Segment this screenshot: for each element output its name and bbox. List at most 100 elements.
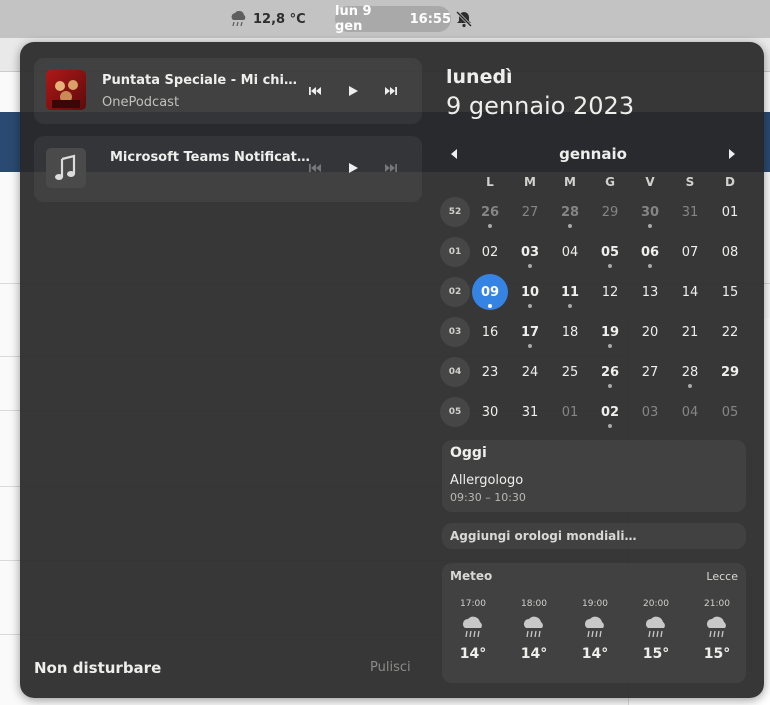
day-cell[interactable]: 26: [472, 194, 508, 230]
day-cell[interactable]: 23: [472, 354, 508, 390]
clear-button[interactable]: Pulisci: [370, 660, 411, 675]
day-number: 27: [521, 204, 539, 220]
media-player-card[interactable]: Microsoft Teams Notification: [34, 136, 422, 202]
day-cell[interactable]: 28: [672, 354, 708, 390]
month-navigation: gennaio: [440, 142, 746, 166]
day-cell[interactable]: 31: [672, 194, 708, 230]
play-button[interactable]: [342, 80, 364, 102]
day-cell[interactable]: 24: [512, 354, 548, 390]
previous-track-button[interactable]: [304, 157, 326, 179]
event-dot: [488, 224, 492, 228]
forecast-temperature: 14°: [581, 646, 609, 662]
day-cell[interactable]: 17: [512, 314, 548, 350]
day-header: L: [486, 175, 494, 189]
day-cell[interactable]: 04: [672, 394, 708, 430]
day-cell[interactable]: 13: [632, 274, 668, 310]
day-cell[interactable]: 22: [712, 314, 748, 350]
play-button[interactable]: [342, 157, 364, 179]
day-number: 02: [600, 404, 620, 420]
day-cell[interactable]: 20: [632, 314, 668, 350]
day-cell[interactable]: 28: [552, 194, 588, 230]
day-cell[interactable]: 26: [592, 354, 628, 390]
day-number: 19: [600, 324, 620, 340]
day-number: 08: [721, 244, 739, 260]
media-player-card[interactable]: Puntata Speciale - Mi chiam… OnePodcast: [34, 58, 422, 124]
day-header: M: [524, 175, 536, 189]
rain-icon: [646, 616, 665, 638]
day-cell-today[interactable]: 09: [472, 274, 508, 310]
previous-track-button[interactable]: [304, 80, 326, 102]
day-cell[interactable]: 27: [632, 354, 668, 390]
day-cell[interactable]: 21: [672, 314, 708, 350]
clock-button[interactable]: lun 9 gen 16:55: [335, 4, 451, 34]
world-clocks-button[interactable]: Aggiungi orologi mondiali…: [442, 523, 746, 549]
day-cell[interactable]: 14: [672, 274, 708, 310]
day-cell[interactable]: 12: [592, 274, 628, 310]
day-number: 04: [561, 244, 579, 260]
events-section[interactable]: Oggi Allergologo 09:30 – 10:30: [442, 440, 746, 512]
next-track-button[interactable]: [380, 80, 402, 102]
forecast-hour: 18:00 14°: [509, 599, 559, 662]
day-cell[interactable]: 30: [632, 194, 668, 230]
album-art: [46, 70, 86, 110]
rain-icon: [463, 616, 482, 638]
day-cell[interactable]: 01: [712, 194, 748, 230]
day-cell[interactable]: 27: [512, 194, 548, 230]
event-dot: [608, 424, 612, 428]
day-number: 27: [641, 364, 659, 380]
day-cell[interactable]: 15: [712, 274, 748, 310]
weather-section[interactable]: Meteo Lecce 17:00 14° 18:00 14° 19:00 14° 20:0…: [442, 563, 746, 683]
media-subtitle: OnePodcast: [102, 95, 180, 110]
day-number: 23: [481, 364, 499, 380]
day-cell[interactable]: 19: [592, 314, 628, 350]
day-cell[interactable]: 18: [552, 314, 588, 350]
day-number: 28: [681, 364, 699, 380]
day-cell[interactable]: 06: [632, 234, 668, 270]
day-cell[interactable]: 02: [592, 394, 628, 430]
day-number: 15: [721, 284, 739, 300]
next-track-button[interactable]: [380, 157, 402, 179]
day-header: D: [725, 175, 735, 189]
month-label: gennaio: [559, 145, 627, 163]
day-cell[interactable]: 08: [712, 234, 748, 270]
week-number: 01: [440, 237, 470, 267]
day-number: 25: [561, 364, 579, 380]
day-cell[interactable]: 03: [512, 234, 548, 270]
day-cell[interactable]: 05: [592, 234, 628, 270]
day-number: 28: [560, 204, 580, 220]
day-cell[interactable]: 01: [552, 394, 588, 430]
day-cell[interactable]: 07: [672, 234, 708, 270]
next-month-button[interactable]: [722, 144, 742, 164]
week-number: 52: [440, 197, 470, 227]
day-header: G: [605, 175, 615, 189]
day-cell[interactable]: 25: [552, 354, 588, 390]
day-header: V: [645, 175, 655, 189]
day-cell[interactable]: 29: [592, 194, 628, 230]
day-number: 01: [561, 404, 579, 420]
weekday-label: lunedì: [446, 66, 513, 88]
bell-muted-icon: [455, 10, 473, 28]
day-cell[interactable]: 30: [472, 394, 508, 430]
day-number: 18: [561, 324, 579, 340]
day-cell[interactable]: 05: [712, 394, 748, 430]
skip-back-icon: [309, 164, 321, 172]
day-number: 16: [481, 324, 499, 340]
day-number: 05: [600, 244, 620, 260]
day-cell[interactable]: 10: [512, 274, 548, 310]
day-cell[interactable]: 16: [472, 314, 508, 350]
week-number: 03: [440, 317, 470, 347]
day-cell[interactable]: 29: [712, 354, 748, 390]
day-cell[interactable]: 31: [512, 394, 548, 430]
calendar-notification-panel: Puntata Speciale - Mi chiam… OnePodcast …: [20, 42, 764, 698]
day-cell[interactable]: 03: [632, 394, 668, 430]
events-title: Oggi: [450, 445, 487, 461]
play-icon: [349, 163, 358, 173]
do-not-disturb-label[interactable]: Non disturbare: [34, 659, 161, 677]
day-cell[interactable]: 11: [552, 274, 588, 310]
forecast-temperature: 15°: [703, 646, 731, 662]
weather-indicator[interactable]: 12,8 °C: [229, 8, 306, 30]
top-bar: 12,8 °C lun 9 gen 16:55: [0, 0, 770, 38]
day-cell[interactable]: 04: [552, 234, 588, 270]
day-cell[interactable]: 02: [472, 234, 508, 270]
day-number: 09: [480, 284, 500, 300]
